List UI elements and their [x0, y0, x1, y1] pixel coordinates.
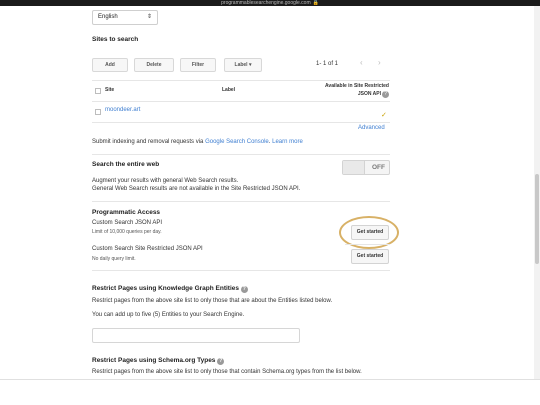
learn-more-link[interactable]: Learn more [272, 139, 303, 145]
json-api-name: Custom Search JSON API [92, 220, 163, 226]
help-icon[interactable]: ? [382, 91, 389, 98]
divider [92, 122, 390, 123]
search-web-desc1: Augment your results with general Web Se… [92, 178, 239, 184]
indexing-text: Submit indexing and removal requests via… [92, 139, 303, 145]
advanced-link[interactable]: Advanced [358, 125, 385, 131]
help-icon[interactable]: ? [217, 358, 225, 365]
column-restricted-line2: JSON API [357, 91, 381, 97]
column-site: Site [105, 87, 115, 93]
label-dropdown-button[interactable]: Label ▾ [224, 58, 262, 72]
knowledge-graph-note: You can add up to five (5) Entities to y… [92, 312, 245, 318]
search-web-toggle[interactable]: OFF [342, 160, 390, 175]
sites-title: Sites to search [92, 36, 139, 43]
search-web-title: Search the entire web [92, 161, 160, 168]
check-icon: ✓ [381, 112, 387, 119]
row-checkbox[interactable] [95, 109, 101, 115]
restricted-api-name: Custom Search Site Restricted JSON API [92, 246, 203, 252]
add-button[interactable]: Add [92, 58, 128, 72]
page-content: English ⇕ Sites to search Add Delete Fil… [0, 6, 540, 379]
scrollbar-thumb[interactable] [535, 174, 539, 264]
divider [92, 201, 390, 202]
language-select[interactable]: English ⇕ [92, 10, 158, 25]
delete-button[interactable]: Delete [134, 58, 174, 72]
site-link[interactable]: moondeer.art [105, 107, 140, 113]
filter-button[interactable]: Filter [180, 58, 216, 72]
toggle-knob [343, 161, 365, 174]
schema-desc: Restrict pages from the above site list … [92, 369, 362, 375]
pagination-text: 1- 1 of 1 [316, 61, 339, 67]
bottom-bar [0, 379, 540, 405]
divider [345, 244, 390, 245]
language-select-value: English [98, 14, 118, 20]
divider [92, 154, 390, 155]
select-arrows-icon: ⇕ [146, 14, 152, 20]
knowledge-graph-desc: Restrict pages from the above site list … [92, 298, 333, 304]
next-page-icon[interactable]: › [378, 58, 381, 67]
prev-page-icon[interactable]: ‹ [360, 58, 363, 67]
programmatic-title: Programmatic Access [92, 209, 161, 216]
json-api-note: Limit of 10,000 queries per day. [92, 229, 162, 235]
label-dropdown-text: Label [234, 62, 248, 68]
divider [92, 270, 390, 271]
schema-title: Restrict Pages using Schema.org Types ? [92, 357, 225, 365]
toggle-state: OFF [372, 164, 385, 171]
search-web-desc2: General Web Search results are not avail… [92, 186, 301, 192]
select-all-checkbox[interactable] [95, 88, 101, 94]
help-icon[interactable]: ? [240, 286, 248, 293]
scrollbar[interactable] [534, 6, 540, 379]
search-console-link[interactable]: Google Search Console [205, 139, 269, 145]
divider [92, 101, 390, 102]
get-started-button-restricted-api[interactable]: Get started [351, 249, 389, 264]
column-label: Label [222, 87, 236, 93]
get-started-button-json-api[interactable]: Get started [351, 225, 389, 240]
divider [92, 80, 390, 81]
knowledge-graph-title: Restrict Pages using Knowledge Graph Ent… [92, 285, 248, 293]
column-restricted-line1: Available in Site Restricted [324, 83, 389, 89]
entities-input[interactable] [92, 328, 300, 343]
chevron-down-icon: ▾ [248, 62, 252, 68]
restricted-api-note: No daily query limit. [92, 256, 136, 262]
